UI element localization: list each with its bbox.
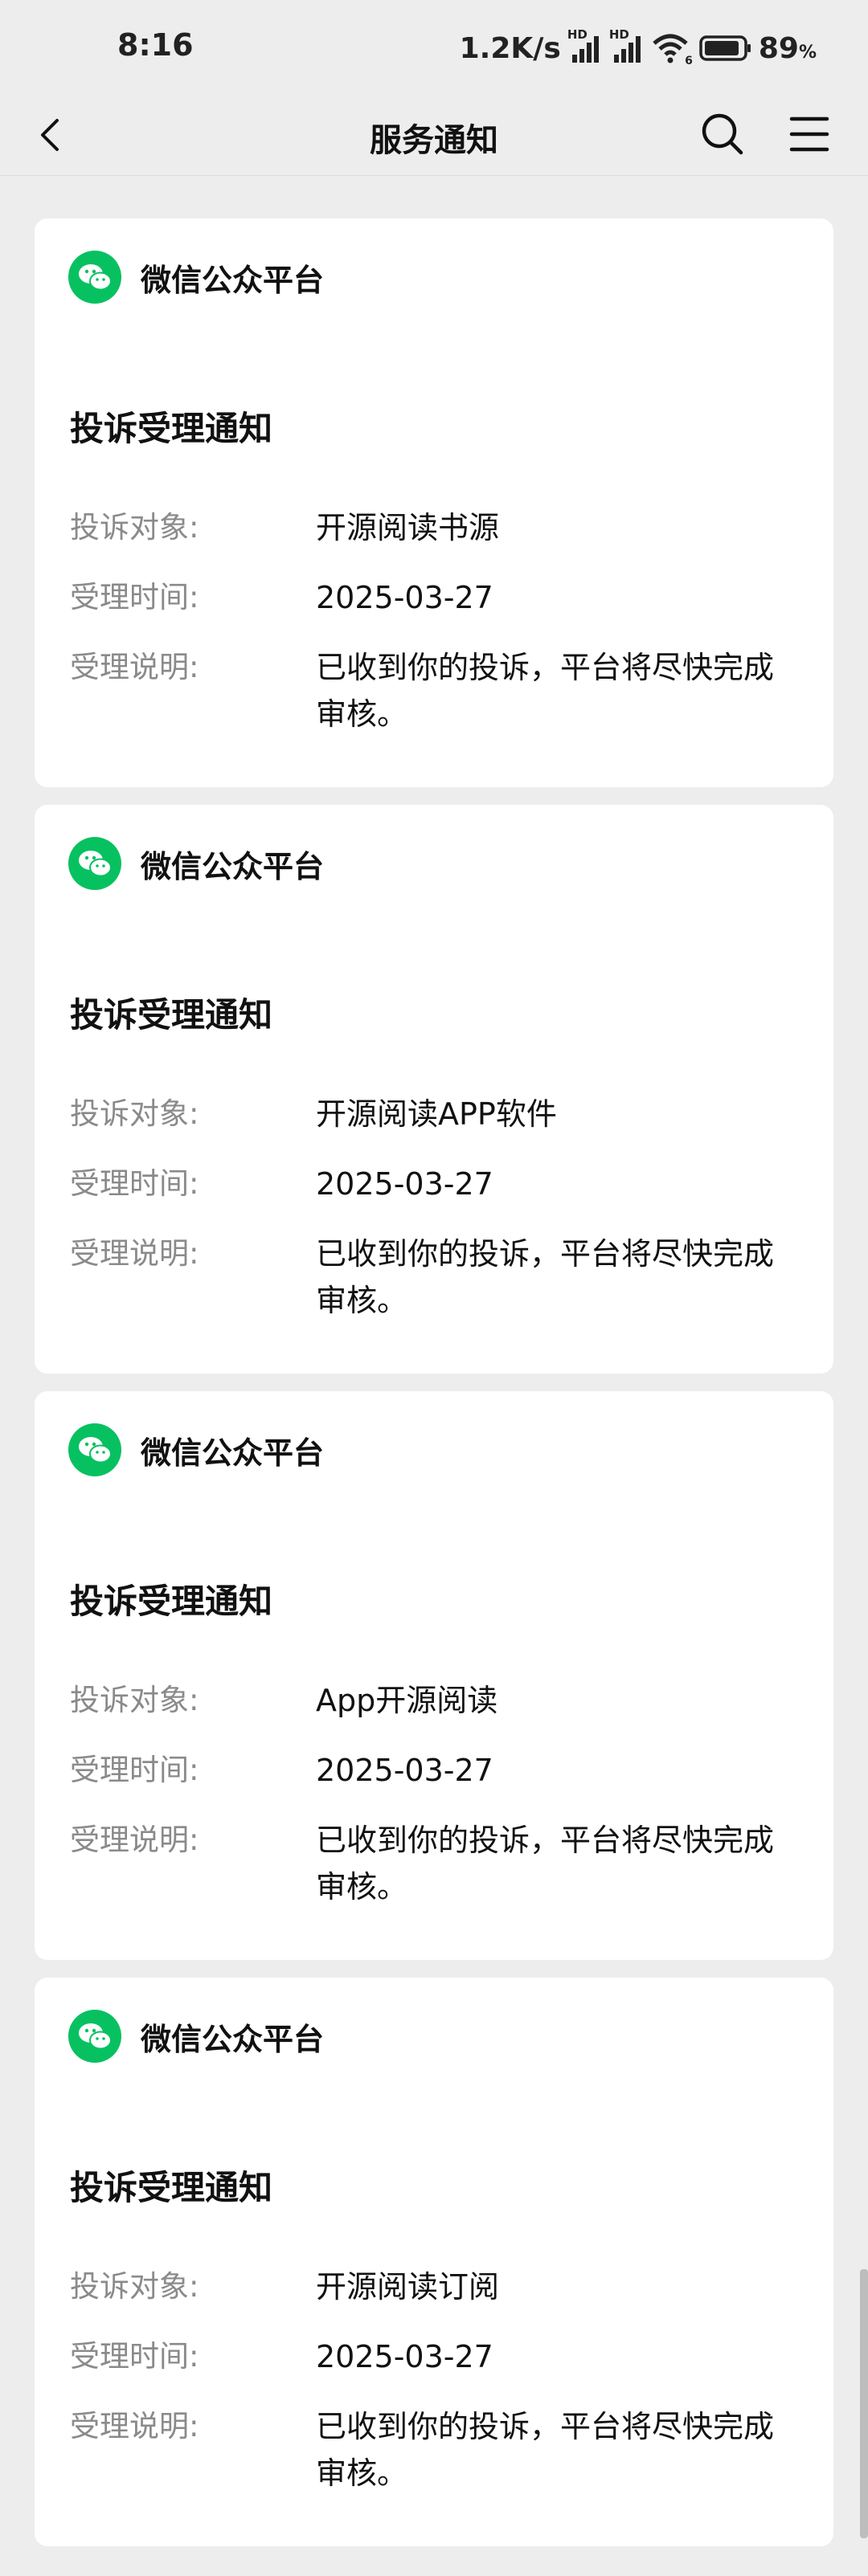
network-speed: 1.2K/s <box>459 31 561 65</box>
status-indicators: 1.2K/s HD HD 6 89% <box>460 27 817 69</box>
battery-icon <box>699 35 752 62</box>
field-row-note: 受理说明: 已收到你的投诉，平台将尽快完成审核。 <box>70 644 782 737</box>
card-title: 投诉受理通知 <box>70 2168 273 2207</box>
search-icon <box>702 113 743 155</box>
field-row-note: 受理说明: 已收到你的投诉，平台将尽快完成审核。 <box>70 1817 782 1910</box>
field-row-time: 受理时间: 2025-03-27 <box>70 574 782 621</box>
field-value: 开源阅读书源 <box>316 510 500 545</box>
battery-unit: % <box>798 42 817 63</box>
wechat-icon <box>68 251 121 304</box>
wechat-icon <box>68 1423 121 1476</box>
status-time: 8:16 <box>117 27 194 63</box>
card-header: 微信公众平台 <box>68 1423 324 1476</box>
field-label: 受理时间: <box>70 1753 199 1787</box>
field-label: 受理说明: <box>70 650 199 684</box>
field-value: 开源阅读订阅 <box>316 2269 500 2305</box>
search-button[interactable] <box>696 108 749 161</box>
field-label: 投诉对象: <box>70 510 199 545</box>
wechat-icon <box>68 2010 121 2063</box>
field-row-time: 受理时间: 2025-03-27 <box>70 1747 782 1794</box>
field-value: 已收到你的投诉，平台将尽快完成审核。 <box>316 1236 775 1318</box>
field-value: 2025-03-27 <box>316 1166 493 1202</box>
wechat-icon <box>68 837 121 890</box>
battery-value: 89 <box>758 31 799 65</box>
field-row-note: 受理说明: 已收到你的投诉，平台将尽快完成审核。 <box>70 2403 782 2496</box>
field-row-target: 投诉对象: 开源阅读APP软件 <box>70 1091 782 1137</box>
field-value: 已收到你的投诉，平台将尽快完成审核。 <box>316 2409 775 2491</box>
signal-icon: HD <box>567 27 603 64</box>
field-value: 2025-03-27 <box>316 580 493 615</box>
nav-bar: 服务通知 <box>0 95 868 176</box>
field-value: 2025-03-27 <box>316 1753 493 1788</box>
card-source: 微信公众平台 <box>141 1435 325 1471</box>
field-row-target: 投诉对象: 开源阅读订阅 <box>70 2264 782 2310</box>
notification-card[interactable]: 微信公众平台 投诉受理通知 投诉对象: 开源阅读书源 受理时间: 2025-03… <box>35 218 833 787</box>
card-header: 微信公众平台 <box>68 2010 324 2063</box>
field-value: 开源阅读APP软件 <box>316 1096 557 1132</box>
field-value: 已收到你的投诉，平台将尽快完成审核。 <box>316 1823 775 1904</box>
wifi-badge: 6 <box>685 55 693 67</box>
notification-card[interactable]: 微信公众平台 投诉受理通知 投诉对象: 开源阅读订阅 受理时间: 2025-03… <box>35 1978 833 2546</box>
menu-button[interactable] <box>784 109 834 159</box>
field-label: 投诉对象: <box>70 1683 199 1717</box>
field-value: 2025-03-27 <box>316 2339 493 2374</box>
wifi-icon: 6 <box>651 32 693 67</box>
card-title: 投诉受理通知 <box>70 1582 273 1621</box>
field-row-time: 受理时间: 2025-03-27 <box>70 1161 782 1207</box>
card-header: 微信公众平台 <box>68 837 324 890</box>
service-notifications-screen: 8:16 1.2K/s HD HD 6 89% 服务通知 微信公众平台 投诉受理… <box>0 0 868 2576</box>
card-source: 微信公众平台 <box>141 262 325 298</box>
field-label: 受理说明: <box>70 2409 199 2443</box>
card-header: 微信公众平台 <box>68 251 324 304</box>
field-value: 已收到你的投诉，平台将尽快完成审核。 <box>316 650 775 732</box>
field-label: 投诉对象: <box>70 2269 199 2304</box>
notification-card[interactable]: 微信公众平台 投诉受理通知 投诉对象: App开源阅读 受理时间: 2025-0… <box>35 1391 833 1960</box>
card-source: 微信公众平台 <box>141 2021 325 2057</box>
field-row-note: 受理说明: 已收到你的投诉，平台将尽快完成审核。 <box>70 1231 782 1324</box>
card-source: 微信公众平台 <box>141 848 325 884</box>
field-label: 受理说明: <box>70 1236 199 1271</box>
field-label: 受理时间: <box>70 1166 199 1201</box>
field-row-target: 投诉对象: App开源阅读 <box>70 1677 782 1724</box>
field-label: 受理说明: <box>70 1823 199 1857</box>
card-title: 投诉受理通知 <box>70 409 273 448</box>
field-label: 受理时间: <box>70 2339 199 2374</box>
menu-icon <box>789 116 829 152</box>
field-label: 投诉对象: <box>70 1096 199 1131</box>
field-value: App开源阅读 <box>316 1683 498 1718</box>
card-title: 投诉受理通知 <box>70 995 273 1035</box>
signal-icon: HD <box>609 27 645 64</box>
scrollbar[interactable] <box>860 2269 868 2538</box>
status-bar: 8:16 1.2K/s HD HD 6 89% <box>0 0 868 95</box>
battery-level: 89% <box>759 32 817 65</box>
field-label: 受理时间: <box>70 580 199 614</box>
notification-card[interactable]: 微信公众平台 投诉受理通知 投诉对象: 开源阅读APP软件 受理时间: 2025… <box>35 805 833 1374</box>
field-row-time: 受理时间: 2025-03-27 <box>70 2333 782 2380</box>
field-row-target: 投诉对象: 开源阅读书源 <box>70 504 782 551</box>
